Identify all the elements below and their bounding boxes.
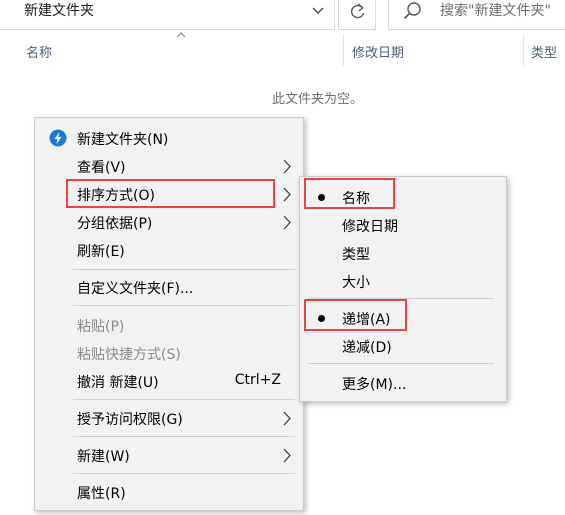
- menu-item-label: 属性(R): [77, 486, 126, 502]
- sort-option-name[interactable]: 名称: [300, 183, 506, 211]
- sort-option-type[interactable]: 类型: [300, 239, 506, 267]
- menu-separator: [73, 269, 295, 270]
- menu-separator: [308, 363, 494, 364]
- menu-item-label: 分组依据(P): [77, 216, 153, 232]
- explorer-window: 新建文件夹 搜索"新建文件夹" 名称 修改日期 类型 此文件夹为空。 新建文件夹…: [0, 0, 565, 515]
- sort-option-descending[interactable]: 递减(D): [300, 332, 506, 360]
- menu-item-label: 排序方式(O): [77, 188, 155, 204]
- radio-bullet-icon: [318, 194, 325, 201]
- menu-item-label: 递减(D): [342, 340, 392, 356]
- sort-option-ascending[interactable]: 递增(A): [300, 304, 506, 332]
- menu-item-properties[interactable]: 属性(R): [35, 478, 303, 506]
- menu-item-label: 查看(V): [77, 160, 126, 176]
- menu-item-paste-shortcut[interactable]: 粘贴快捷方式(S): [35, 339, 303, 367]
- menu-item-label: 大小: [342, 275, 370, 291]
- search-placeholder[interactable]: 搜索"新建文件夹": [440, 0, 551, 20]
- address-path[interactable]: 新建文件夹: [24, 0, 94, 20]
- menu-separator: [73, 473, 295, 474]
- menu-item-label: 类型: [342, 247, 370, 263]
- refresh-icon: [351, 3, 365, 19]
- menu-item-label: 粘贴快捷方式(S): [77, 347, 181, 363]
- menu-item-label: 新建(W): [77, 449, 130, 465]
- menu-item-shortcut: Ctrl+Z: [234, 372, 281, 388]
- menu-item-label: 更多(M)...: [342, 377, 407, 393]
- address-bar[interactable]: 新建文件夹: [0, 0, 335, 30]
- menu-item-label: 自定义文件夹(F)...: [77, 281, 194, 297]
- menu-item-paste[interactable]: 粘贴(P): [35, 311, 303, 339]
- chevron-right-icon: [283, 187, 291, 202]
- empty-folder-message: 此文件夹为空。: [272, 92, 364, 107]
- chevron-down-icon[interactable]: [310, 2, 326, 18]
- radio-bullet-icon: [318, 315, 325, 322]
- refresh-button[interactable]: [338, 0, 376, 30]
- search-box[interactable]: 搜索"新建文件夹": [388, 0, 565, 30]
- menu-item-sort-by[interactable]: 排序方式(O): [35, 180, 303, 208]
- menu-item-give-access[interactable]: 授予访问权限(G): [35, 404, 303, 432]
- menu-item-label: 修改日期: [342, 219, 398, 235]
- menu-separator: [308, 298, 494, 299]
- column-divider[interactable]: [343, 34, 344, 66]
- lightning-icon: [49, 129, 67, 147]
- search-icon: [403, 2, 421, 20]
- chevron-right-icon: [283, 411, 291, 426]
- column-header-name[interactable]: 名称: [26, 42, 52, 61]
- menu-item-new[interactable]: 新建(W): [35, 441, 303, 469]
- menu-item-label: 新建文件夹(N): [77, 132, 169, 148]
- sort-up-arrow-icon: [176, 32, 186, 38]
- menu-item-label: 粘贴(P): [77, 319, 125, 335]
- sort-option-more[interactable]: 更多(M)...: [300, 369, 506, 397]
- menu-item-label: 名称: [342, 191, 370, 207]
- context-menu: 新建文件夹(N) 查看(V) 排序方式(O) 分组依据(P) 刷新(E) 自定义…: [34, 117, 304, 511]
- menu-item-customize-folder[interactable]: 自定义文件夹(F)...: [35, 273, 303, 301]
- column-header-type[interactable]: 类型: [531, 42, 557, 61]
- sort-option-modified-date[interactable]: 修改日期: [300, 211, 506, 239]
- sort-submenu: 名称 修改日期 类型 大小 递增(A) 递减(D) 更多(M)...: [299, 176, 507, 402]
- menu-item-label: 撤消 新建(U): [77, 375, 159, 391]
- menu-item-new-folder[interactable]: 新建文件夹(N): [35, 124, 303, 152]
- sort-option-size[interactable]: 大小: [300, 267, 506, 295]
- menu-item-refresh[interactable]: 刷新(E): [35, 236, 303, 264]
- menu-separator: [73, 305, 295, 306]
- menu-item-label: 刷新(E): [77, 244, 125, 260]
- menu-separator: [73, 436, 295, 437]
- column-divider[interactable]: [523, 34, 524, 66]
- menu-item-group-by[interactable]: 分组依据(P): [35, 208, 303, 236]
- chevron-right-icon: [283, 215, 291, 230]
- menu-item-label: 授予访问权限(G): [77, 412, 183, 428]
- menu-item-view[interactable]: 查看(V): [35, 152, 303, 180]
- chevron-right-icon: [283, 448, 291, 463]
- menu-item-label: 递增(A): [342, 312, 391, 328]
- menu-separator: [73, 399, 295, 400]
- column-header-modified[interactable]: 修改日期: [352, 42, 404, 61]
- chevron-right-icon: [283, 159, 291, 174]
- menu-item-undo-new[interactable]: 撤消 新建(U) Ctrl+Z: [35, 367, 303, 395]
